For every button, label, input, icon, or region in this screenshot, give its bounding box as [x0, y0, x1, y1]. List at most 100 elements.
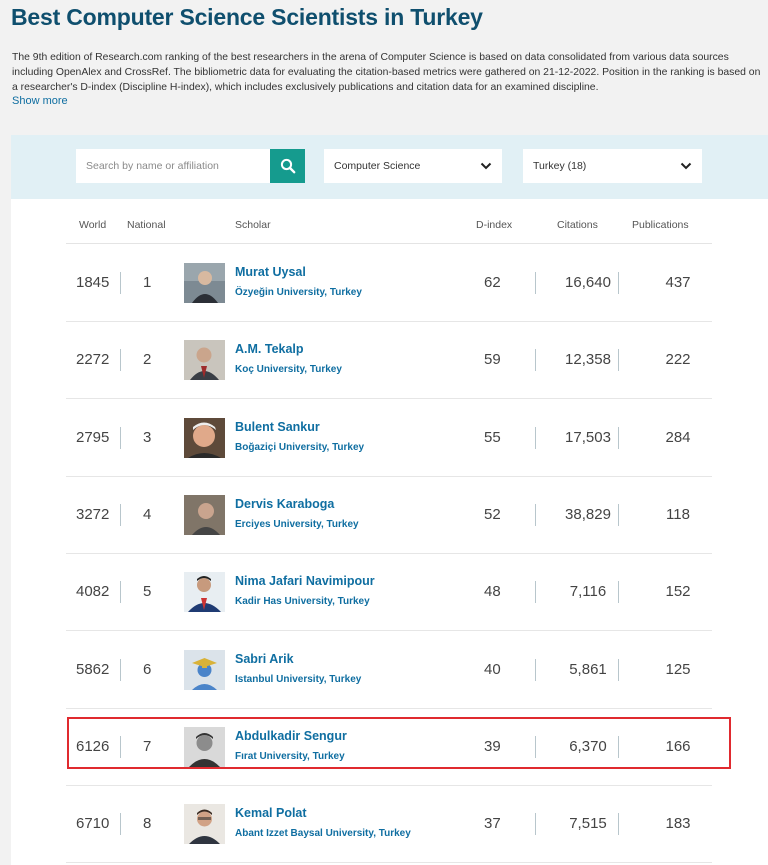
d-index-value: 40: [484, 660, 501, 678]
publications-value: 125: [665, 660, 691, 678]
table-row[interactable]: 6710 8 Kemal Polat Abant Izzet Baysal Unive…: [66, 785, 712, 864]
scholar-affiliation-link[interactable]: Erciyes University, Turkey: [235, 519, 359, 530]
scholar-name-link[interactable]: Sabri Arik: [235, 652, 294, 666]
world-rank: 6710: [76, 815, 110, 833]
citations-value: 12,358: [565, 351, 611, 369]
column-divider: [618, 426, 619, 449]
scholar-affiliation-link[interactable]: Kadir Has University, Turkey: [235, 596, 370, 607]
search-input[interactable]: [76, 149, 270, 183]
discipline-select-value: Computer Science: [334, 160, 421, 172]
citations-value: 7,515: [569, 815, 607, 833]
column-divider: [120, 426, 121, 449]
citations-value: 38,829: [565, 505, 611, 523]
scholar-name-link[interactable]: Kemal Polat: [235, 806, 307, 820]
d-index-value: 62: [484, 274, 501, 291]
column-divider: [535, 581, 536, 604]
column-divider: [618, 813, 619, 836]
world-rank: 3272: [76, 505, 110, 523]
chevron-down-icon: [480, 162, 492, 170]
column-divider: [618, 503, 619, 526]
citations-value: 16,640: [565, 274, 611, 291]
column-divider: [535, 272, 536, 294]
scholar-name-link[interactable]: Dervis Karaboga: [235, 497, 334, 511]
column-divider: [618, 272, 619, 294]
country-select[interactable]: Turkey (18): [523, 149, 702, 183]
column-divider: [120, 813, 121, 836]
world-rank: 4082: [76, 583, 110, 601]
ranking-description: The 9th edition of Research.com ranking …: [12, 52, 761, 93]
column-header-scholar: Scholar: [235, 219, 271, 231]
citations-value: 7,116: [569, 583, 607, 601]
national-rank: 2: [143, 351, 152, 369]
d-index-value: 55: [484, 428, 501, 446]
column-header-dindex: D-index: [476, 219, 513, 231]
d-index-value: 48: [484, 583, 501, 601]
table-row[interactable]: 1845 1 Murat Uysal Özyeğin University, Turk…: [66, 244, 712, 322]
world-rank: 2272: [76, 351, 110, 369]
table-row[interactable]: 5862 6 Sabri Arik Istanbul University, Turk…: [66, 631, 712, 709]
column-divider: [618, 581, 619, 604]
scholar-name-link[interactable]: A.M. Tekalp: [235, 342, 304, 356]
column-header-national: National: [127, 219, 166, 231]
scholar-affiliation-link[interactable]: Istanbul University, Turkey: [235, 674, 361, 685]
national-rank: 8: [143, 815, 152, 833]
scholar-name-link[interactable]: Murat Uysal: [235, 265, 306, 279]
table-header: World National Scholar D-index Citations…: [66, 213, 712, 244]
citations-value: 17,503: [565, 428, 611, 446]
d-index-value: 59: [484, 351, 501, 369]
publications-value: 183: [665, 815, 691, 833]
search-button[interactable]: [270, 149, 305, 183]
scholar-avatar[interactable]: [184, 340, 225, 381]
filter-bar: Computer Science Turkey (18): [11, 135, 768, 199]
column-header-world: World: [79, 219, 107, 231]
publications-value: 118: [666, 505, 690, 523]
column-header-publications: Publications: [632, 219, 689, 231]
column-header-citations: Citations: [557, 219, 598, 231]
world-rank: 1845: [76, 274, 110, 291]
column-divider: [120, 658, 121, 681]
world-rank: 2795: [76, 428, 110, 446]
d-index-value: 37: [484, 815, 501, 833]
column-divider: [535, 658, 536, 681]
scholar-affiliation-link[interactable]: Abant Izzet Baysal University, Turkey: [235, 828, 411, 839]
column-divider: [120, 503, 121, 526]
page-title: Best Computer Science Scientists in Turk…: [11, 4, 483, 30]
publications-value: 152: [665, 583, 691, 601]
chevron-down-icon: [680, 162, 692, 170]
publications-value: 222: [665, 351, 691, 369]
scholar-avatar[interactable]: [184, 417, 225, 458]
column-divider: [618, 349, 619, 372]
column-divider: [120, 349, 121, 372]
national-rank: 3: [143, 428, 152, 446]
country-select-value: Turkey (18): [533, 160, 587, 172]
column-divider: [120, 581, 121, 604]
scholar-avatar[interactable]: [184, 494, 225, 535]
table-row[interactable]: 2795 3 Bulent Sankur Boğaziçi University, T…: [66, 399, 712, 477]
column-divider: [535, 349, 536, 372]
publications-value: 284: [665, 428, 691, 446]
d-index-value: 52: [484, 505, 501, 523]
scholar-name-link[interactable]: Bulent Sankur: [235, 420, 320, 434]
table-row[interactable]: 4082 5 Nima Jafari Navimipour Kadir Has Uni…: [66, 553, 712, 632]
table-row[interactable]: 2272 2 A.M. Tekalp Koç University, Turkey 59…: [66, 321, 712, 400]
column-divider: [535, 426, 536, 449]
show-more-link[interactable]: Show more: [12, 95, 68, 107]
column-divider: [120, 272, 121, 294]
national-rank: 5: [143, 583, 152, 601]
scholar-avatar[interactable]: [184, 649, 225, 690]
table-row[interactable]: 3272 4 Dervis Karaboga Erciyes University, …: [66, 476, 712, 554]
column-divider: [618, 658, 619, 681]
scholar-affiliation-link[interactable]: Boğaziçi University, Turkey: [235, 442, 364, 453]
discipline-select[interactable]: Computer Science: [324, 149, 502, 183]
citations-value: 5,861: [569, 660, 607, 678]
scholar-affiliation-link[interactable]: Özyeğin University, Turkey: [235, 287, 362, 298]
national-rank: 1: [143, 274, 152, 291]
scholar-name-link[interactable]: Nima Jafari Navimipour: [235, 574, 375, 588]
scholar-avatar[interactable]: [184, 572, 225, 613]
highlight-box: [67, 717, 731, 769]
scholar-avatar[interactable]: [184, 263, 225, 303]
scholar-avatar[interactable]: [184, 804, 225, 845]
scholar-affiliation-link[interactable]: Koç University, Turkey: [235, 364, 342, 375]
column-divider: [535, 813, 536, 836]
publications-value: 437: [665, 274, 691, 291]
